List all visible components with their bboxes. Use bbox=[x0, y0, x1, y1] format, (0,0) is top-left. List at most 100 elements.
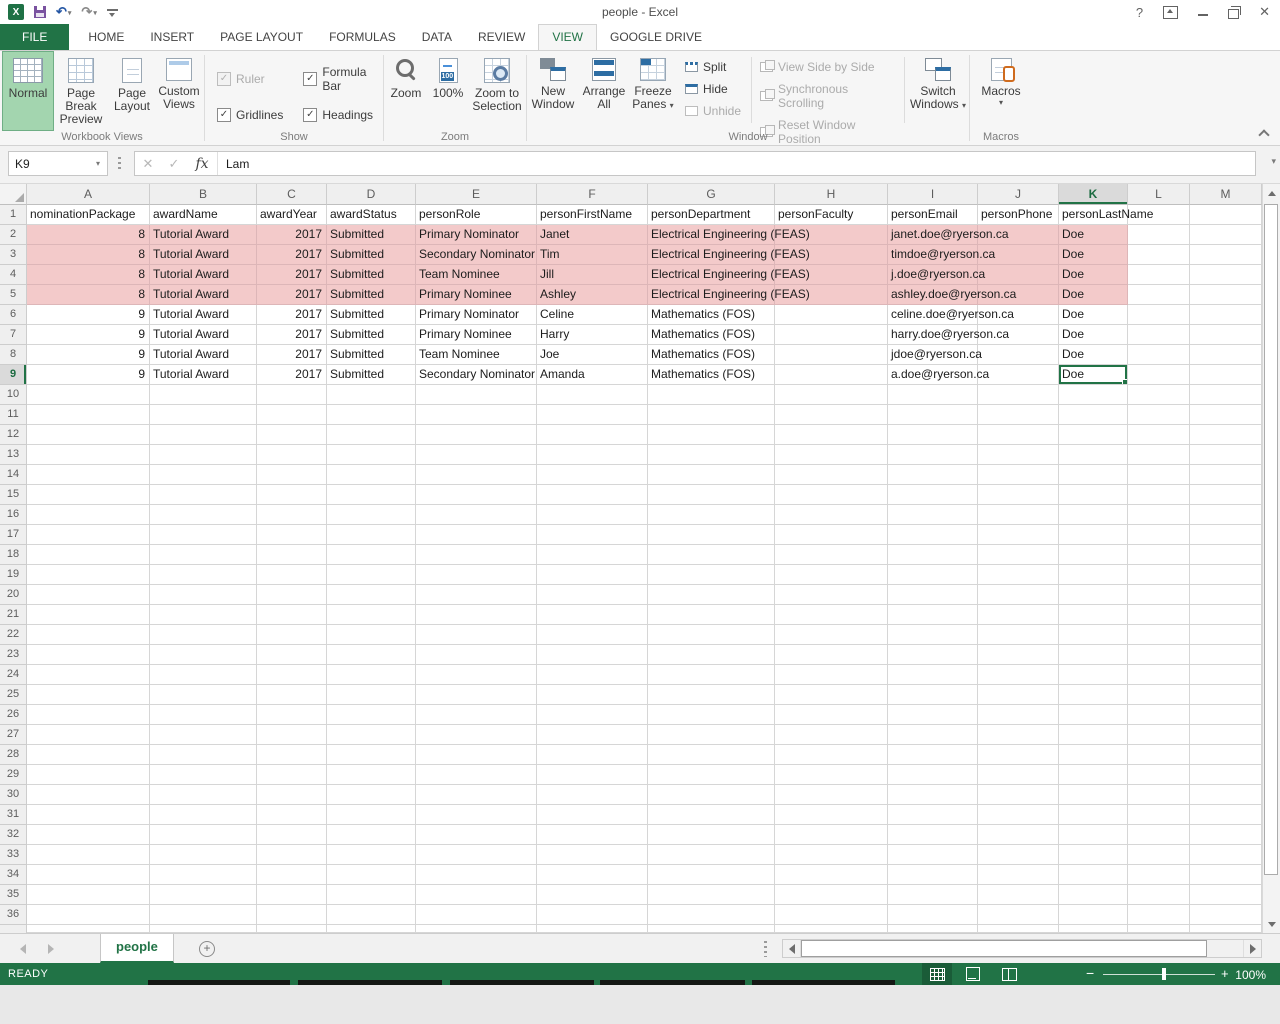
cell-J36[interactable] bbox=[978, 905, 1059, 925]
cell-H27[interactable] bbox=[775, 725, 888, 745]
cell-F24[interactable] bbox=[537, 665, 648, 685]
cell-G18[interactable] bbox=[648, 545, 775, 565]
cell-M22[interactable] bbox=[1190, 625, 1262, 645]
cell-C32[interactable] bbox=[257, 825, 327, 845]
cell-M21[interactable] bbox=[1190, 605, 1262, 625]
cell-J1[interactable]: personPhone bbox=[978, 205, 1059, 225]
cell-H23[interactable] bbox=[775, 645, 888, 665]
tab-page-layout[interactable]: PAGE LAYOUT bbox=[207, 24, 316, 50]
cell-K11[interactable] bbox=[1059, 405, 1128, 425]
new-sheet-icon[interactable]: + bbox=[199, 941, 215, 957]
normal-view-toggle[interactable] bbox=[922, 963, 952, 985]
cell-H10[interactable] bbox=[775, 385, 888, 405]
cell-I10[interactable] bbox=[888, 385, 978, 405]
cell-G35[interactable] bbox=[648, 885, 775, 905]
cell-I24[interactable] bbox=[888, 665, 978, 685]
column-header-I[interactable]: I bbox=[888, 184, 978, 205]
cell-B1[interactable]: awardName bbox=[150, 205, 257, 225]
tab-google-drive[interactable]: GOOGLE DRIVE bbox=[597, 24, 715, 50]
cell-D28[interactable] bbox=[327, 745, 416, 765]
cell-L3[interactable] bbox=[1128, 245, 1190, 265]
cell-C12[interactable] bbox=[257, 425, 327, 445]
cell-F20[interactable] bbox=[537, 585, 648, 605]
cell-M4[interactable] bbox=[1190, 265, 1262, 285]
cell-M11[interactable] bbox=[1190, 405, 1262, 425]
cell-B30[interactable] bbox=[150, 785, 257, 805]
cell-L23[interactable] bbox=[1128, 645, 1190, 665]
cell-M10[interactable] bbox=[1190, 385, 1262, 405]
cell-E22[interactable] bbox=[416, 625, 537, 645]
cell-E24[interactable] bbox=[416, 665, 537, 685]
cell-E20[interactable] bbox=[416, 585, 537, 605]
ruler-checkbox[interactable]: ✓Ruler bbox=[217, 65, 283, 93]
freeze-panes-button[interactable]: Freeze Panes ▾ bbox=[629, 51, 677, 131]
cell-J11[interactable] bbox=[978, 405, 1059, 425]
row-header-10[interactable]: 10 bbox=[0, 385, 27, 405]
cell-G2[interactable]: Electrical Engineering (FEAS) bbox=[648, 225, 775, 245]
cell-E19[interactable] bbox=[416, 565, 537, 585]
row-header-22[interactable]: 22 bbox=[0, 625, 27, 645]
cell-G31[interactable] bbox=[648, 805, 775, 825]
cell-M1[interactable] bbox=[1190, 205, 1262, 225]
cell-K32[interactable] bbox=[1059, 825, 1128, 845]
cell-A36[interactable] bbox=[27, 905, 150, 925]
row-header-35[interactable]: 35 bbox=[0, 885, 27, 905]
cell-L28[interactable] bbox=[1128, 745, 1190, 765]
cell-C19[interactable] bbox=[257, 565, 327, 585]
cell-B32[interactable] bbox=[150, 825, 257, 845]
tab-review[interactable]: REVIEW bbox=[465, 24, 538, 50]
cell-I3[interactable]: timdoe@ryerson.ca bbox=[888, 245, 978, 265]
cell-K23[interactable] bbox=[1059, 645, 1128, 665]
row-header-14[interactable]: 14 bbox=[0, 465, 27, 485]
cell-F23[interactable] bbox=[537, 645, 648, 665]
cell-B4[interactable]: Tutorial Award bbox=[150, 265, 257, 285]
cancel-icon[interactable]: ✕ bbox=[135, 156, 161, 172]
gridlines-checkbox[interactable]: ✓Gridlines bbox=[217, 108, 283, 122]
horizontal-scrollbar[interactable] bbox=[782, 939, 1262, 958]
macros-button[interactable]: Macros ▾ bbox=[975, 51, 1027, 131]
cell-I22[interactable] bbox=[888, 625, 978, 645]
cell-I20[interactable] bbox=[888, 585, 978, 605]
cell-E14[interactable] bbox=[416, 465, 537, 485]
cell-F1[interactable]: personFirstName bbox=[537, 205, 648, 225]
cell-J8[interactable] bbox=[978, 345, 1059, 365]
cell-A33[interactable] bbox=[27, 845, 150, 865]
switch-windows-button[interactable]: Switch Windows ▾ bbox=[907, 51, 969, 131]
undo-caret-icon[interactable]: ▾ bbox=[68, 9, 72, 19]
next-sheet-icon[interactable] bbox=[48, 944, 54, 954]
cell-I9[interactable]: a.doe@ryerson.ca bbox=[888, 365, 978, 385]
zoom-in-icon[interactable]: + bbox=[1221, 966, 1229, 981]
row-header-36[interactable]: 36 bbox=[0, 905, 27, 925]
redo-caret-icon[interactable]: ▾ bbox=[93, 9, 97, 19]
cell-B3[interactable]: Tutorial Award bbox=[150, 245, 257, 265]
cell-J33[interactable] bbox=[978, 845, 1059, 865]
cell-K22[interactable] bbox=[1059, 625, 1128, 645]
column-header-E[interactable]: E bbox=[416, 184, 537, 205]
zoom-slider-thumb[interactable] bbox=[1162, 968, 1166, 980]
cell-A17[interactable] bbox=[27, 525, 150, 545]
cell-M24[interactable] bbox=[1190, 665, 1262, 685]
cell-K21[interactable] bbox=[1059, 605, 1128, 625]
row-header-6[interactable]: 6 bbox=[0, 305, 27, 325]
cell-L18[interactable] bbox=[1128, 545, 1190, 565]
cell-G13[interactable] bbox=[648, 445, 775, 465]
cell-A14[interactable] bbox=[27, 465, 150, 485]
cell-G3[interactable]: Electrical Engineering (FEAS) bbox=[648, 245, 775, 265]
tab-home[interactable]: HOME bbox=[75, 24, 137, 50]
cell-A9[interactable]: 9 bbox=[27, 365, 150, 385]
cell-D21[interactable] bbox=[327, 605, 416, 625]
cell-A15[interactable] bbox=[27, 485, 150, 505]
cell-I35[interactable] bbox=[888, 885, 978, 905]
collapse-ribbon-icon[interactable] bbox=[1260, 129, 1268, 137]
cell-D15[interactable] bbox=[327, 485, 416, 505]
formula-bar-grip[interactable] bbox=[118, 157, 121, 172]
cell-C22[interactable] bbox=[257, 625, 327, 645]
cell-K15[interactable] bbox=[1059, 485, 1128, 505]
cell-E5[interactable]: Primary Nominee bbox=[416, 285, 537, 305]
cell-B20[interactable] bbox=[150, 585, 257, 605]
cell-G20[interactable] bbox=[648, 585, 775, 605]
cell-H14[interactable] bbox=[775, 465, 888, 485]
cell-H26[interactable] bbox=[775, 705, 888, 725]
cell-L19[interactable] bbox=[1128, 565, 1190, 585]
cell-B33[interactable] bbox=[150, 845, 257, 865]
